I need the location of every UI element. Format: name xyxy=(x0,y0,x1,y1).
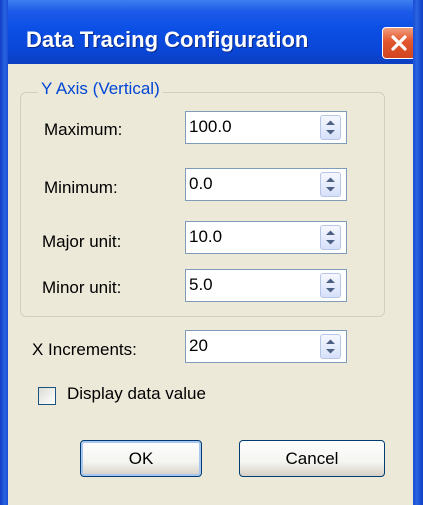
display-data-value-checkbox[interactable] xyxy=(38,387,56,405)
major-unit-value[interactable]: 10.0 xyxy=(189,227,222,247)
major-unit-spinbox[interactable]: 10.0 xyxy=(185,221,347,254)
dialog-window: Data Tracing Configuration Y Axis (Verti… xyxy=(0,0,423,505)
maximum-label: Maximum: xyxy=(44,120,123,139)
minor-unit-value[interactable]: 5.0 xyxy=(189,275,213,295)
spin-arrows-icon xyxy=(326,177,335,192)
spin-arrows-icon xyxy=(326,339,335,354)
y-axis-group-label: Y Axis (Vertical) xyxy=(38,79,163,99)
maximum-spinbox[interactable]: 100.0 xyxy=(185,111,347,144)
x-increments-spin-button[interactable] xyxy=(320,334,341,359)
minor-unit-spin-button[interactable] xyxy=(320,273,341,298)
cancel-button[interactable]: Cancel xyxy=(239,440,385,477)
spin-arrows-icon xyxy=(326,230,335,245)
close-button[interactable] xyxy=(382,27,416,59)
title-bar[interactable]: Data Tracing Configuration xyxy=(0,0,423,64)
x-increments-spinbox[interactable]: 20 xyxy=(185,330,347,363)
window-frame-right xyxy=(413,0,423,505)
minor-unit-spinbox[interactable]: 5.0 xyxy=(185,269,347,302)
display-data-value-label[interactable]: Display data value xyxy=(67,384,206,404)
dialog-title: Data Tracing Configuration xyxy=(26,27,309,52)
spin-arrows-icon xyxy=(326,120,335,135)
maximum-value[interactable]: 100.0 xyxy=(189,117,232,137)
close-x-icon xyxy=(391,35,407,51)
window-frame-left xyxy=(0,0,8,505)
spin-arrows-icon xyxy=(326,278,335,293)
minimum-spin-button[interactable] xyxy=(320,172,341,197)
x-increments-label: X Increments: xyxy=(32,340,137,359)
x-increments-value[interactable]: 20 xyxy=(189,336,208,356)
minimum-value[interactable]: 0.0 xyxy=(189,174,213,194)
minimum-spinbox[interactable]: 0.0 xyxy=(185,168,347,201)
maximum-spin-button[interactable] xyxy=(320,115,341,140)
ok-button[interactable]: OK xyxy=(80,440,202,477)
major-unit-spin-button[interactable] xyxy=(320,225,341,250)
major-unit-label: Major unit: xyxy=(42,232,122,251)
minimum-label: Minimum: xyxy=(44,178,118,197)
minor-unit-label: Minor unit: xyxy=(42,278,122,297)
